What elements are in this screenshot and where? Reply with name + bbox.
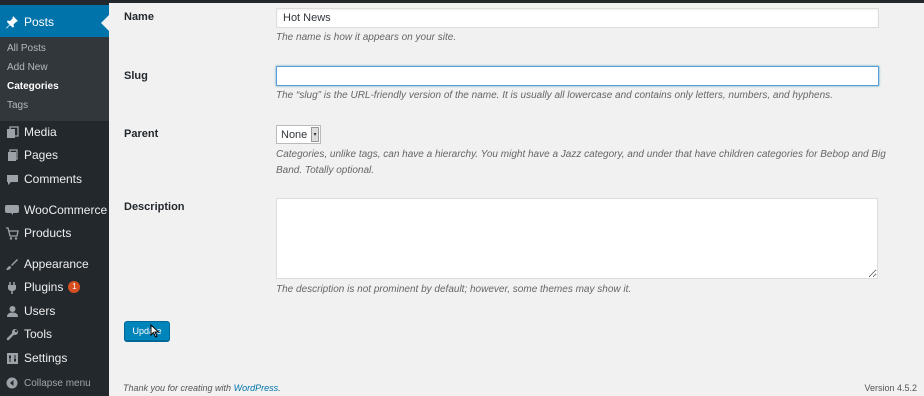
parent-description: Categories, unlike tags, can have a hier… xyxy=(276,149,886,176)
paintbrush-icon xyxy=(0,258,24,271)
sidebar-item-label: Comments xyxy=(24,172,83,186)
sidebar-item-label: WooCommerce xyxy=(24,203,108,217)
collapse-menu-label: Collapse menu xyxy=(24,377,91,389)
parent-label: Parent xyxy=(124,128,159,140)
version-text: Version 4.5.2 xyxy=(864,383,917,393)
description-textarea[interactable] xyxy=(276,198,878,279)
collapse-menu-button[interactable]: Collapse menu xyxy=(0,373,109,393)
admin-bar-edge xyxy=(109,0,924,3)
sidebar-item-label: Products xyxy=(24,226,72,240)
collapse-arrow-icon xyxy=(0,377,24,389)
comment-bubble-icon xyxy=(0,173,24,186)
sidebar-item-label: Plugins xyxy=(24,280,64,294)
sidebar-item-label: Settings xyxy=(24,351,68,365)
cart-icon xyxy=(0,226,24,240)
name-input[interactable] xyxy=(276,8,879,28)
slug-label: Slug xyxy=(124,70,148,82)
pushpin-icon xyxy=(0,15,24,29)
woocommerce-icon xyxy=(0,205,24,215)
sidebar-item-comments[interactable]: Comments xyxy=(0,162,109,196)
dropdown-arrow-icon: ▾ xyxy=(311,127,319,142)
footer-thanks-suffix: . xyxy=(278,383,281,393)
wordpress-link[interactable]: WordPress xyxy=(234,383,279,393)
name-label: Name xyxy=(124,11,154,23)
pages-icon xyxy=(0,148,24,162)
submenu-all-posts[interactable]: All Posts xyxy=(7,43,46,54)
mouse-pointer-icon xyxy=(150,323,160,341)
update-button[interactable]: Update xyxy=(124,321,170,341)
submenu-add-new[interactable]: Add New xyxy=(7,62,48,73)
user-icon xyxy=(0,305,24,318)
admin-sidebar: Posts All Posts Add New Categories Tags … xyxy=(0,0,109,396)
plug-icon xyxy=(0,281,24,294)
name-description: The name is how it appears on your site. xyxy=(276,32,457,43)
submenu-tags[interactable]: Tags xyxy=(7,100,28,111)
sidebar-item-label: Appearance xyxy=(24,257,89,271)
submenu-categories[interactable]: Categories xyxy=(7,81,59,92)
slug-input[interactable] xyxy=(276,66,879,86)
wrench-icon xyxy=(0,328,24,341)
sidebar-item-label: Media xyxy=(24,125,57,139)
sidebar-item-settings[interactable]: Settings xyxy=(0,341,109,375)
sidebar-item-label: Users xyxy=(24,304,56,318)
footer-thanks-prefix: Thank you for creating with xyxy=(123,383,232,393)
sidebar-item-label: Pages xyxy=(24,148,59,162)
posts-submenu: All Posts Add New Categories Tags xyxy=(0,37,109,121)
slug-description: The “slug” is the URL-friendly version o… xyxy=(276,90,833,101)
footer-thanks: Thank you for creating with WordPress. xyxy=(123,383,281,393)
settings-sliders-icon xyxy=(0,352,24,365)
description-label: Description xyxy=(124,201,185,213)
parent-select[interactable]: None ▾ xyxy=(276,125,321,144)
sidebar-item-label: Posts xyxy=(24,15,55,29)
sidebar-item-posts[interactable]: Posts xyxy=(0,5,109,39)
description-help: The description is not prominent by defa… xyxy=(276,284,632,295)
sidebar-item-products[interactable]: Products xyxy=(0,216,109,250)
sidebar-item-label: Tools xyxy=(24,327,53,341)
plugins-update-badge: 1 xyxy=(68,281,81,293)
media-icon xyxy=(0,125,24,139)
parent-selected-value: None xyxy=(281,128,308,141)
